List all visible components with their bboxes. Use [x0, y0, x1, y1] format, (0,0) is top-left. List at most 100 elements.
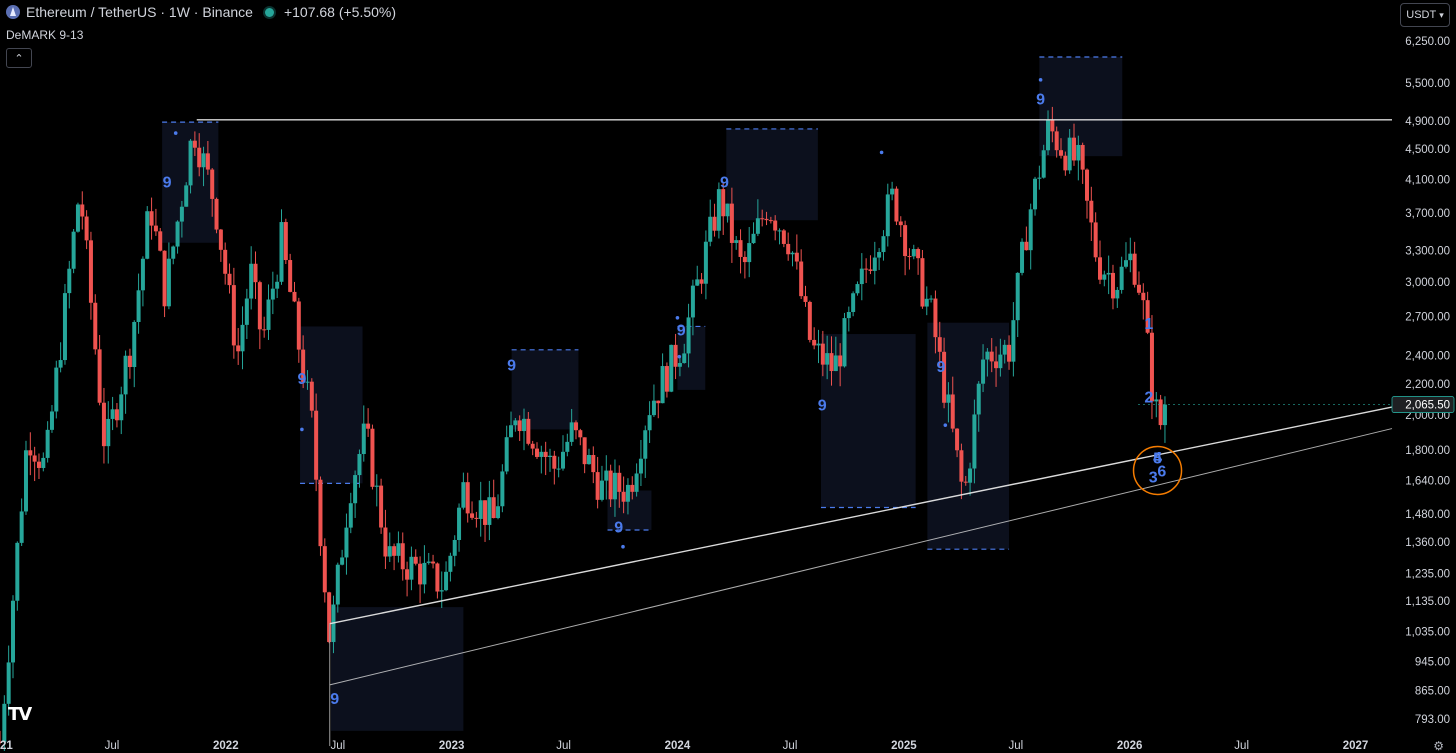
- candle-body: [353, 475, 358, 504]
- demark-count-label: 3: [1149, 469, 1158, 486]
- candle-body: [1080, 144, 1085, 170]
- candle-body: [569, 422, 574, 442]
- candle-body: [695, 279, 700, 286]
- y-tick-label: 2,700.00: [1405, 312, 1450, 324]
- candle-body: [903, 225, 908, 257]
- candle-body: [491, 497, 496, 519]
- candle-body: [617, 472, 622, 492]
- candle-body: [153, 225, 158, 232]
- currency-button[interactable]: USDT ▾: [1400, 3, 1450, 27]
- y-tick-label: 865.00: [1415, 685, 1450, 697]
- candle-body: [114, 409, 119, 421]
- candle-body: [1102, 274, 1107, 280]
- candle-body: [1089, 200, 1094, 223]
- candle-body: [110, 409, 115, 419]
- candle-body: [647, 415, 652, 431]
- candle-body: [894, 188, 899, 222]
- candle-body: [62, 293, 67, 361]
- collapse-button[interactable]: ⌃: [6, 48, 32, 68]
- x-tick-label: Jul: [330, 740, 345, 751]
- candle-body: [565, 441, 570, 452]
- candle-body: [244, 298, 249, 325]
- candle-body: [32, 455, 37, 462]
- candle-body: [93, 302, 98, 350]
- candle-body: [673, 344, 678, 367]
- y-tick-label: 5,500.00: [1405, 78, 1450, 90]
- price-chart[interactable]: 999999999912453 6 6,250.005,500.004,900.0…: [0, 0, 1456, 751]
- candle-body: [851, 293, 856, 313]
- candle-body: [166, 258, 171, 307]
- candle-body: [322, 546, 327, 593]
- candle-body: [517, 420, 522, 432]
- candle-body: [643, 430, 648, 459]
- candle-body: [764, 218, 769, 221]
- candle-body: [227, 273, 232, 286]
- candle-body: [205, 153, 210, 170]
- x-tick-label: Jul: [783, 740, 798, 751]
- candle-body: [790, 252, 795, 255]
- chart-header: Ethereum / TetherUS · 1W · Binance +107.…: [6, 4, 396, 20]
- indicator-label[interactable]: DeMARK 9-13: [6, 28, 83, 42]
- x-tick-label: 2024: [665, 740, 691, 751]
- candle-body: [664, 366, 669, 392]
- candle-body: [223, 249, 228, 274]
- candle-body: [1132, 253, 1137, 285]
- demark-dot: [677, 354, 682, 359]
- candle-body: [842, 318, 847, 367]
- candle-body: [340, 557, 345, 565]
- candle-body: [314, 410, 319, 480]
- candle-body: [868, 269, 873, 271]
- candle-body: [275, 281, 280, 289]
- candle-body: [201, 153, 206, 168]
- candle-body: [604, 470, 609, 481]
- demark-count-label: 9: [163, 174, 172, 191]
- candle-body: [1136, 284, 1141, 293]
- candle-body: [578, 430, 583, 438]
- candle-body: [591, 455, 596, 473]
- candle-body: [470, 513, 475, 518]
- candle-body: [686, 317, 691, 354]
- candle-body: [751, 233, 756, 244]
- candle-body: [10, 600, 15, 663]
- candle-body: [119, 394, 124, 421]
- candle-body: [513, 420, 518, 426]
- y-tick-label: 3,300.00: [1405, 246, 1450, 258]
- candle-body: [1059, 150, 1064, 156]
- candle-body: [101, 402, 106, 447]
- candle-body: [630, 484, 635, 492]
- candle-body: [539, 451, 544, 457]
- x-tick-label: 2027: [1343, 740, 1369, 751]
- candle-body: [929, 298, 934, 300]
- candle-body: [435, 563, 440, 592]
- candle-body: [547, 455, 552, 458]
- demark-count-label: 6: [1157, 463, 1166, 480]
- candle-body: [253, 263, 258, 283]
- y-tick-label: 793.00: [1415, 714, 1450, 726]
- y-tick-label: 4,100.00: [1405, 174, 1450, 186]
- candle-body: [1041, 150, 1046, 178]
- candle-body: [833, 355, 838, 372]
- tradingview-logo[interactable]: TV: [8, 704, 32, 725]
- candle-body: [1084, 169, 1089, 201]
- y-tick-label: 1,035.00: [1405, 627, 1450, 639]
- demark-count-label: 9: [720, 174, 729, 191]
- candle-body: [1097, 257, 1102, 280]
- x-tick-label: 2022: [213, 740, 239, 751]
- x-tick-label: Jul: [1008, 740, 1023, 751]
- demark-dot: [621, 544, 625, 549]
- candle-body: [123, 355, 128, 395]
- y-tick-label: 1,640.00: [1405, 475, 1450, 487]
- candle-body: [807, 301, 812, 340]
- candle-body: [149, 211, 154, 226]
- candle-body: [755, 218, 760, 234]
- y-tick-label: 4,500.00: [1405, 144, 1450, 156]
- candle-body: [452, 539, 457, 556]
- symbol-title[interactable]: Ethereum / TetherUS · 1W · Binance: [26, 4, 253, 20]
- candle-body: [699, 279, 704, 284]
- candle-body: [1050, 119, 1055, 132]
- candle-body: [690, 285, 695, 318]
- candle-body: [210, 169, 215, 199]
- candle-body: [560, 451, 565, 469]
- candle-body: [214, 198, 219, 230]
- candle-body: [820, 343, 825, 365]
